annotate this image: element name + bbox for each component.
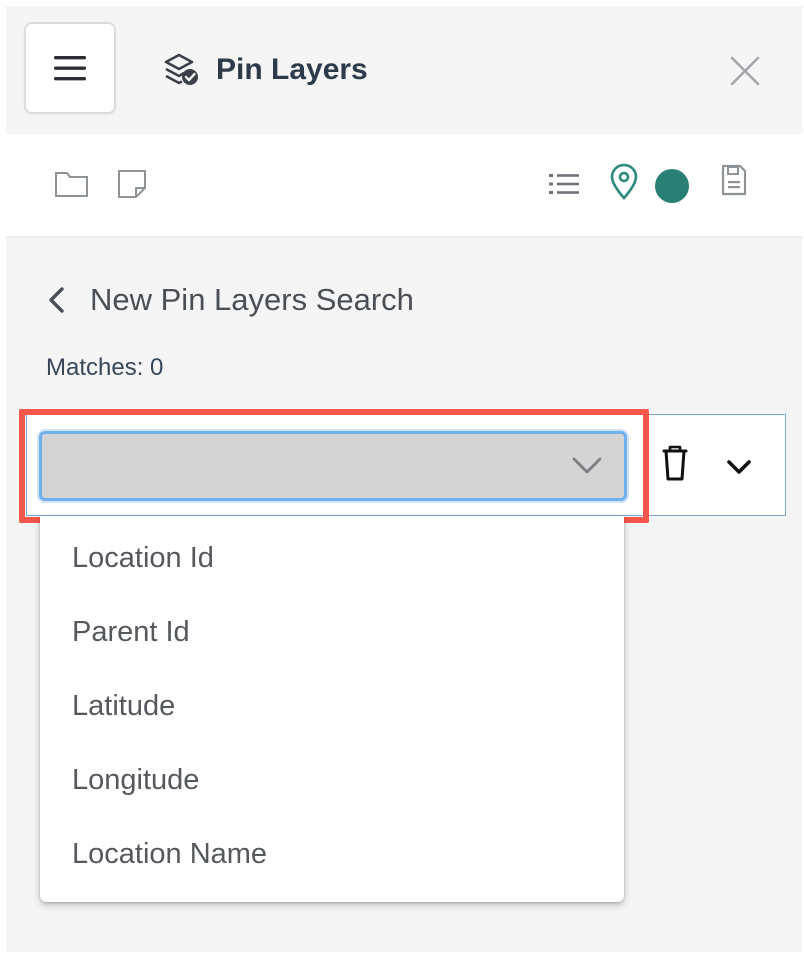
option-location-name[interactable]: Location Name <box>72 834 602 874</box>
option-parent-id[interactable]: Parent Id <box>72 612 602 652</box>
list-icon[interactable] <box>544 164 584 204</box>
menu-button[interactable] <box>24 22 116 114</box>
chevron-left-icon[interactable] <box>44 285 68 315</box>
search-header: New Pin Layers Search <box>44 278 414 322</box>
trash-icon[interactable] <box>655 439 695 491</box>
folder-icon[interactable] <box>52 164 92 204</box>
option-latitude[interactable]: Latitude <box>72 686 602 726</box>
search-title: New Pin Layers Search <box>90 282 414 317</box>
map-pin-icon[interactable] <box>604 162 644 202</box>
field-options-dropdown: Location Id Parent Id Latitude Longitude… <box>40 516 624 902</box>
pin-layers-panel: Pin Layers New Pin Layers Search Matches… <box>6 6 802 952</box>
panel-title-group: Pin Layers <box>162 50 368 90</box>
panel-toolbar <box>6 134 802 238</box>
expand-chevron-icon[interactable] <box>721 449 757 485</box>
close-icon[interactable] <box>728 54 762 88</box>
hamburger-icon <box>54 56 86 81</box>
save-icon[interactable] <box>714 160 754 200</box>
color-dot-icon[interactable] <box>652 166 692 206</box>
panel-title: Pin Layers <box>216 53 368 86</box>
note-icon[interactable] <box>112 164 152 204</box>
option-longitude[interactable]: Longitude <box>72 760 602 800</box>
option-location-id[interactable]: Location Id <box>72 538 602 578</box>
search-field-row <box>19 409 786 523</box>
matches-count: Matches: 0 <box>46 354 164 381</box>
layers-check-icon <box>164 53 198 85</box>
field-select[interactable] <box>39 431 627 501</box>
chevron-down-icon <box>572 457 602 474</box>
panel-header: Pin Layers <box>6 6 802 134</box>
